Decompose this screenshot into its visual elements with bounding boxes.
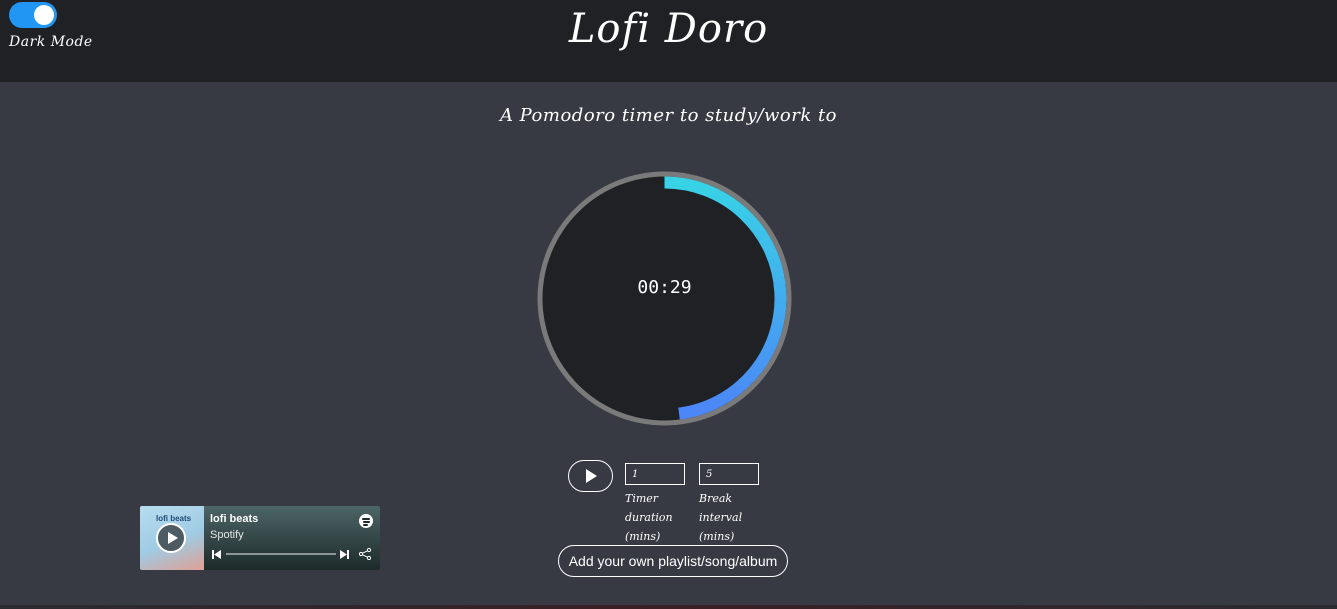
next-track-icon[interactable] bbox=[340, 550, 349, 559]
spotify-play-button[interactable] bbox=[156, 523, 186, 553]
header-bar: Dark Mode Lofi Doro bbox=[0, 0, 1337, 82]
play-button[interactable] bbox=[568, 460, 613, 492]
play-icon bbox=[168, 532, 178, 544]
spotify-embed: lofi beats lofi beats Spotify bbox=[140, 506, 380, 570]
bottom-edge bbox=[0, 605, 1337, 609]
timer-duration-label: Timer duration (mins) bbox=[625, 492, 673, 543]
timer-display: 00:29 bbox=[637, 277, 692, 298]
app-title: Lofi Doro bbox=[568, 6, 769, 52]
break-interval-label: Break interval (mins) bbox=[699, 492, 743, 543]
timer-duration-input[interactable] bbox=[625, 463, 685, 485]
album-cover: lofi beats bbox=[140, 506, 204, 570]
play-icon bbox=[586, 469, 597, 483]
spotify-subtitle: Spotify bbox=[210, 529, 244, 541]
previous-track-icon[interactable] bbox=[212, 550, 221, 559]
spotify-progress-bar[interactable] bbox=[226, 553, 336, 555]
cover-text: lofi beats bbox=[156, 514, 192, 523]
share-icon[interactable] bbox=[359, 548, 371, 560]
spotify-track-title: lofi beats bbox=[210, 513, 259, 525]
spotify-logo-icon[interactable] bbox=[359, 514, 373, 528]
break-interval-input[interactable] bbox=[699, 463, 759, 485]
timer-dial: 00:29 bbox=[535, 169, 794, 428]
page-subtitle: A Pomodoro timer to study/work to bbox=[499, 105, 838, 126]
add-playlist-button[interactable]: Add your own playlist/song/album bbox=[558, 545, 788, 577]
timer-ring bbox=[537, 171, 792, 426]
